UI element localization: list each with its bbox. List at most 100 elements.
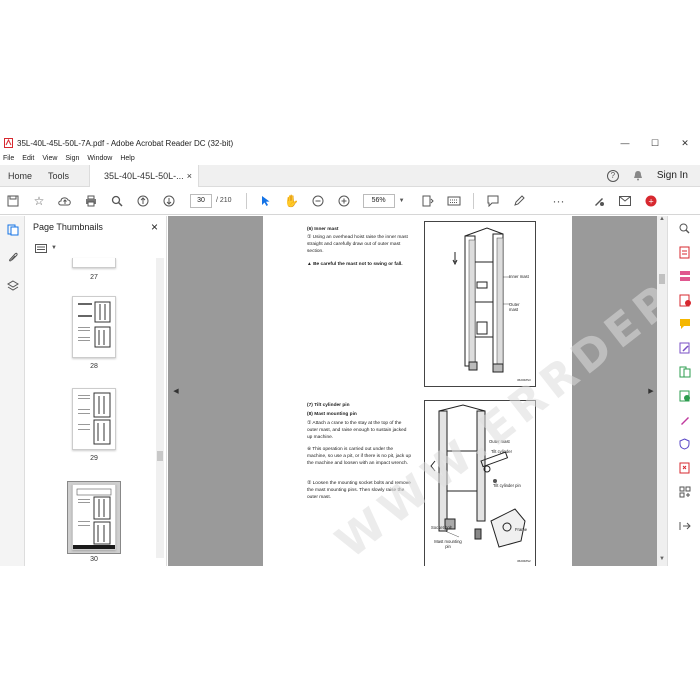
menu-sign[interactable]: Sign xyxy=(65,155,79,162)
print-icon[interactable] xyxy=(78,188,104,214)
thumbnail-page-28[interactable] xyxy=(72,296,116,358)
figure2-code: 3620IMS2 xyxy=(517,559,531,563)
pdf-file-icon xyxy=(4,138,13,148)
fill-and-sign-icon[interactable] xyxy=(668,408,700,432)
thumbnail-label-30: 30 xyxy=(90,556,98,563)
collapse-tools-pane-icon[interactable] xyxy=(668,514,700,538)
collapse-right-panel-icon[interactable]: ▶ xyxy=(647,376,655,406)
figure2-label-mast-mounting-pin: Mast mounting pin xyxy=(434,539,462,549)
thumbnail-options-icon[interactable] xyxy=(35,243,47,253)
sign-in-link[interactable]: Sign In xyxy=(657,170,688,181)
menu-help[interactable]: Help xyxy=(120,155,134,162)
thumbnail-page-27[interactable] xyxy=(72,258,116,268)
tab-document-close-icon[interactable]: × xyxy=(187,165,192,187)
minimize-button[interactable]: — xyxy=(610,138,640,148)
bookmark-star-icon[interactable]: ☆ xyxy=(26,188,52,214)
tab-home[interactable]: Home xyxy=(0,165,40,187)
hand-tool-icon[interactable]: ✋ xyxy=(279,188,305,214)
document-scroll-up-icon[interactable]: ▲ xyxy=(657,216,667,226)
attachments-paperclip-icon[interactable] xyxy=(0,244,25,272)
help-icon[interactable]: ? xyxy=(606,169,619,182)
window-title: 35L-40L-45L-50L-7A.pdf - Adobe Acrobat R… xyxy=(17,138,234,148)
upload-cloud-icon[interactable] xyxy=(52,188,78,214)
tab-bar: Home Tools 35L-40L-45L-50L-... × ? Sign … xyxy=(0,164,700,187)
thumbnail-label-29: 29 xyxy=(90,455,98,462)
next-page-icon[interactable] xyxy=(156,188,182,214)
figure2-label-tilt-cylinder: Tilt cylinder xyxy=(491,449,513,454)
mail-icon[interactable] xyxy=(612,188,638,214)
section-inner-mast-step1: ① Using an overhead hoist raise the inne… xyxy=(307,235,408,254)
select-cursor-icon[interactable] xyxy=(253,188,279,214)
document-view[interactable]: ◀ (6) Inner mast ① Using an overhead hoi… xyxy=(168,216,667,566)
layers-icon[interactable] xyxy=(0,272,25,300)
svg-text:+: + xyxy=(648,197,654,205)
figure-inner-mast: Inner mast Outer mast 3620IMS3 xyxy=(424,221,536,387)
document-scroll-down-icon[interactable]: ▼ xyxy=(657,556,667,566)
close-window-button[interactable]: ✕ xyxy=(670,138,700,149)
tab-tools[interactable]: Tools xyxy=(40,165,77,187)
comment-icon[interactable] xyxy=(480,188,506,214)
zoom-dropdown-chevron-icon[interactable]: ▼ xyxy=(399,198,405,204)
thumbnails-options[interactable]: ▼ xyxy=(25,238,166,258)
organize-pages-icon[interactable] xyxy=(668,360,700,384)
figure2-label-tilt-cylinder-pin: Tilt cylinder pin xyxy=(493,483,521,488)
more-tools-icon[interactable]: ··· xyxy=(546,188,572,214)
menu-bar: File Edit View Sign Window Help xyxy=(0,152,700,165)
collapse-left-panel-icon[interactable]: ◀ xyxy=(172,376,180,406)
thumbnail-29-content xyxy=(78,392,111,445)
export-pdf-icon[interactable] xyxy=(668,288,700,312)
bell-icon[interactable] xyxy=(633,170,643,181)
figure-mast-mounting: Outer mast Tilt cylinder Tilt cylinder p… xyxy=(424,400,536,566)
maximize-button[interactable]: ☐ xyxy=(640,138,670,149)
tab-document[interactable]: 35L-40L-45L-50L-... × xyxy=(89,164,200,187)
keyboard-icon[interactable] xyxy=(441,188,467,214)
tab-document-label: 35L-40L-45L-50L-... xyxy=(104,170,184,181)
thumbnail-page-30[interactable] xyxy=(72,484,116,550)
title-bar: 35L-40L-45L-50L-7A.pdf - Adobe Acrobat R… xyxy=(0,134,700,152)
thumbnail-page-29[interactable] xyxy=(72,388,116,450)
combine-files-icon[interactable] xyxy=(668,264,700,288)
figure2-label-socket-bolt: Socket bolt xyxy=(431,525,452,530)
thumbnails-header: Page Thumbnails × xyxy=(25,216,166,238)
menu-window[interactable]: Window xyxy=(87,155,112,162)
page-thumbnails-icon[interactable] xyxy=(0,216,25,244)
search-tools-icon[interactable] xyxy=(668,216,700,240)
zoom-level-field[interactable]: 56% xyxy=(362,193,395,208)
edit-pdf-icon[interactable] xyxy=(668,336,700,360)
figure1-label-outer-mast: Outer mast xyxy=(509,302,520,312)
document-scrollbar-thumb[interactable] xyxy=(659,274,665,284)
thumbnails-scrollbar-thumb[interactable] xyxy=(157,451,163,461)
protect-shield-icon[interactable] xyxy=(668,432,700,456)
section-tilt-cylinder-pin-heading: (7) Tilt cylinder pin xyxy=(307,403,350,408)
thumbnail-options-chevron-icon[interactable]: ▼ xyxy=(51,245,57,251)
zoom-in-icon[interactable] xyxy=(331,188,357,214)
page-display-icon[interactable] xyxy=(415,188,441,214)
main-toolbar: ☆ 30 / 210 ✋ 56% ▼ ··· + xyxy=(0,187,700,215)
thumbnail-28-content xyxy=(78,301,111,348)
section-mast-mounting-note: ※ This operation is carried out under th… xyxy=(307,447,411,466)
comment-tool-icon[interactable] xyxy=(668,312,700,336)
compress-pdf-icon[interactable] xyxy=(668,456,700,480)
figure2-label-frame: Frame xyxy=(515,527,528,532)
thumbnails-title: Page Thumbnails xyxy=(33,222,103,232)
more-tools-icon-right[interactable] xyxy=(668,480,700,504)
search-icon[interactable] xyxy=(104,188,130,214)
thumbnail-label-27: 27 xyxy=(90,274,98,281)
sign-tools-icon[interactable] xyxy=(586,188,612,214)
previous-page-icon[interactable] xyxy=(130,188,156,214)
document-scrollbar[interactable]: ▲ ▼ xyxy=(657,216,667,566)
thumbnails-scrollbar[interactable] xyxy=(156,258,164,558)
section-inner-mast-heading: (6) Inner mast xyxy=(307,227,339,232)
menu-edit[interactable]: Edit xyxy=(22,155,34,162)
left-navigation-rail xyxy=(0,216,25,566)
share-icon[interactable]: + xyxy=(638,188,664,214)
create-pdf-icon[interactable] xyxy=(668,240,700,264)
page-number-input[interactable]: 30 xyxy=(190,193,212,208)
enhance-scans-icon[interactable] xyxy=(668,384,700,408)
pen-icon[interactable] xyxy=(506,188,532,214)
zoom-out-icon[interactable] xyxy=(305,188,331,214)
thumbnails-close-icon[interactable]: × xyxy=(151,220,158,234)
menu-view[interactable]: View xyxy=(42,155,57,162)
menu-file[interactable]: File xyxy=(3,155,14,162)
save-icon[interactable] xyxy=(0,188,26,214)
